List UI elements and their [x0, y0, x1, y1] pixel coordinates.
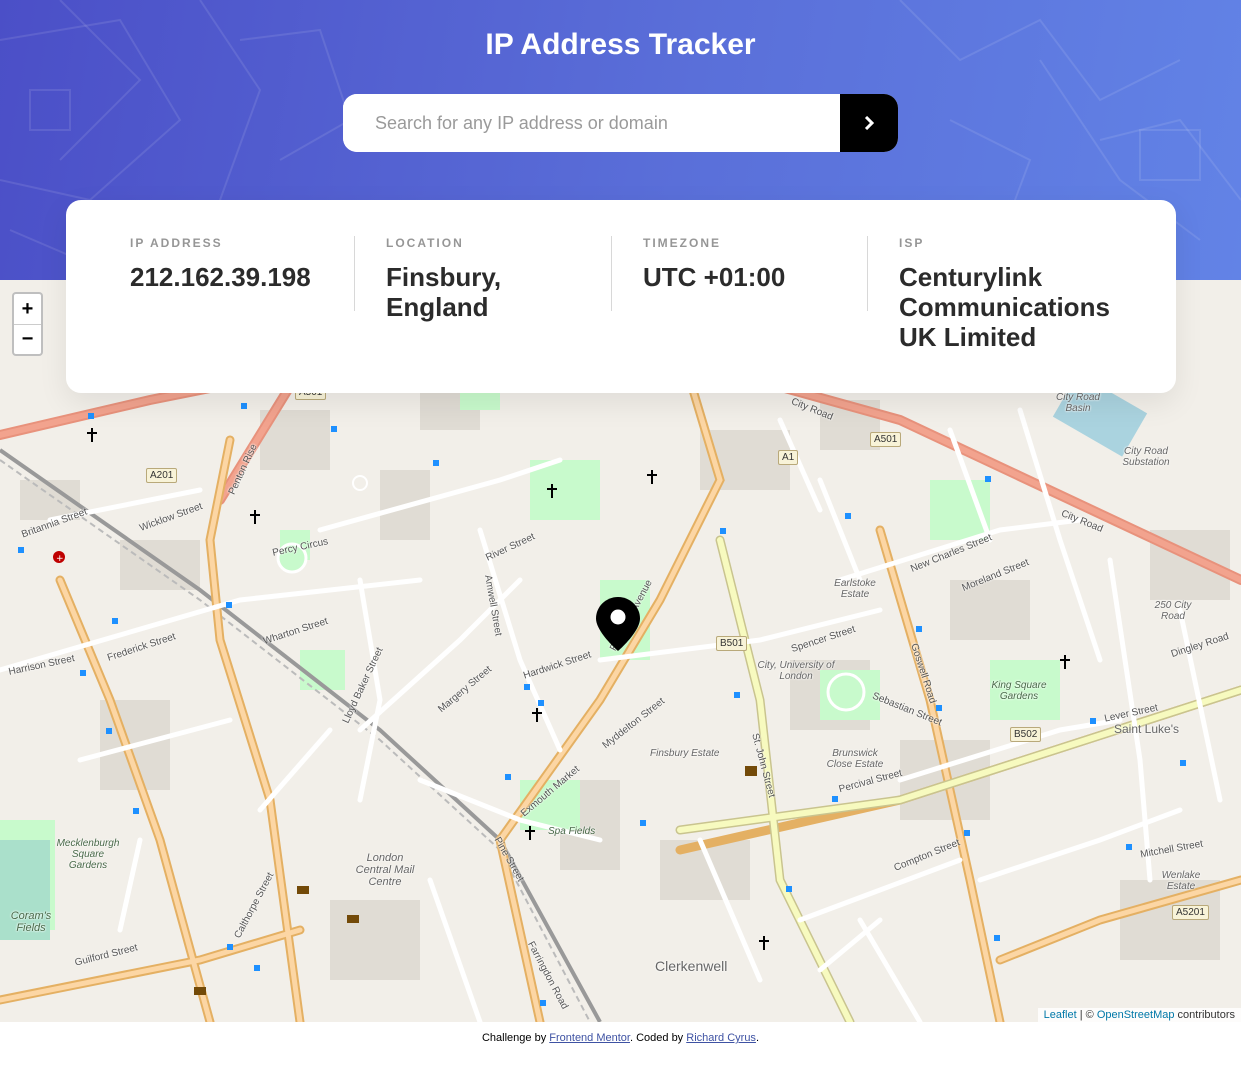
road-shield: B501: [716, 636, 748, 651]
attribution-text: contributors: [1174, 1009, 1235, 1021]
ip-address-value: 212.162.39.198: [130, 262, 311, 292]
info-card: IP Address 212.162.39.198 Location Finsb…: [66, 200, 1176, 393]
attribution-separator: | ©: [1076, 1009, 1097, 1021]
isp-label: ISP: [899, 236, 925, 250]
author-link[interactable]: Richard Cyrus: [686, 1032, 756, 1044]
search-submit-button[interactable]: [840, 94, 898, 152]
map-park-label: Spa Fields: [548, 826, 596, 837]
map-area-label: Finsbury Estate: [650, 748, 720, 759]
road-shield: A1: [778, 450, 799, 465]
map-area-label: Earlstoke Estate: [834, 578, 876, 600]
location-value-line2: England: [386, 292, 489, 322]
timezone-section: Timezone UTC +01:00: [643, 236, 785, 292]
road-shield: A201: [146, 468, 178, 483]
map-park-label: King Square Gardens: [991, 680, 1047, 702]
page-title: IP Address Tracker: [485, 28, 756, 61]
map-place-label: Clerkenwell: [655, 958, 728, 974]
footer-prefix: Challenge by: [481, 1032, 550, 1044]
zoom-control: + −: [12, 292, 43, 356]
isp-value-line1: Centurylink: [899, 262, 1043, 292]
footer-suffix: .: [755, 1032, 759, 1044]
map-place-label: Saint Luke's: [1114, 722, 1179, 736]
divider: [611, 236, 612, 311]
map-park-label: Mecklenburgh Square Gardens: [56, 838, 120, 871]
map-area-label: Brunswick Close Estate: [826, 748, 884, 770]
footer-attribution: Challenge by Frontend Mentor. Coded by R…: [0, 1032, 1241, 1044]
map-area-label: City Road Substation: [1122, 446, 1170, 468]
openstreetmap-link[interactable]: OpenStreetMap: [1097, 1009, 1175, 1021]
search-bar: [343, 94, 898, 152]
isp-value-line3: UK Limited: [899, 322, 1037, 352]
map-area-label: City, University of London: [757, 660, 835, 682]
frontend-mentor-link[interactable]: Frontend Mentor: [549, 1032, 630, 1044]
svg-text:+: +: [56, 554, 64, 564]
zoom-in-button[interactable]: +: [14, 294, 41, 324]
location-value-line1: Finsbury,: [386, 262, 502, 292]
isp-section: ISP Centurylink Communications UK Limite…: [899, 236, 1110, 352]
ip-address-section: IP Address 212.162.39.198: [130, 236, 311, 292]
isp-value-line2: Communications: [899, 292, 1110, 322]
search-input[interactable]: [343, 94, 840, 152]
map-area-label: London Central Mail Centre: [355, 852, 415, 888]
road-shield: A5201: [1172, 905, 1209, 920]
map-area-label: City Road Basin: [1056, 392, 1100, 414]
leaflet-link[interactable]: Leaflet: [1044, 1009, 1077, 1021]
footer-middle: . Coded by: [629, 1032, 687, 1044]
ip-address-label: IP Address: [130, 236, 223, 250]
location-section: Location Finsbury, England: [386, 236, 501, 322]
divider: [354, 236, 355, 311]
map-area-label: Wenlake Estate: [1161, 870, 1201, 892]
timezone-value: UTC +01:00: [643, 262, 786, 292]
road-shield: B502: [1010, 727, 1042, 742]
timezone-label: Timezone: [643, 236, 721, 250]
chevron-right-icon: [864, 116, 874, 130]
zoom-out-button[interactable]: −: [14, 324, 41, 354]
map-area-label: 250 City Road: [1154, 600, 1192, 622]
divider: [867, 236, 868, 311]
location-pin-icon[interactable]: [595, 596, 641, 652]
map-park-label: Coram's Fields: [10, 910, 52, 934]
road-shield: A501: [870, 432, 902, 447]
location-label: Location: [386, 236, 464, 250]
map-attribution: Leaflet | © OpenStreetMap contributors: [1037, 1008, 1241, 1022]
